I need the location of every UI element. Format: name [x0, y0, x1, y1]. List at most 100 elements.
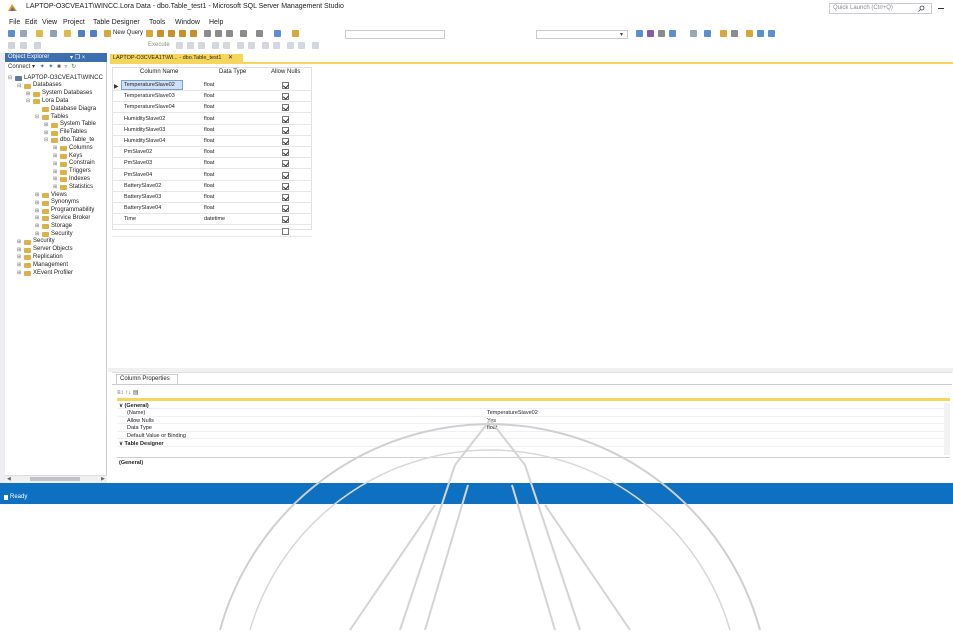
- column-name-cell[interactable]: HumiditySlave04: [124, 138, 165, 144]
- new-project-icon[interactable]: [36, 30, 43, 37]
- tree-node[interactable]: dbo.Table_te: [60, 137, 94, 143]
- expand-toggle-icon[interactable]: ⊟: [44, 137, 48, 143]
- expand-toggle-icon[interactable]: ⊟: [17, 83, 21, 89]
- property-row[interactable]: [117, 440, 950, 447]
- allow-nulls-checkbox[interactable]: [282, 171, 289, 179]
- data-type-cell[interactable]: float: [204, 205, 214, 211]
- column-name-cell[interactable]: HumiditySlave02: [124, 116, 165, 122]
- property-row[interactable]: [117, 425, 950, 432]
- mdx-query-icon[interactable]: [168, 30, 175, 37]
- menu-tools[interactable]: Tools: [149, 19, 165, 26]
- solution-explorer-icon[interactable]: [636, 30, 643, 37]
- debug-query-icon[interactable]: [176, 42, 183, 49]
- data-type-cell[interactable]: float: [204, 104, 214, 110]
- bookmark-icon[interactable]: [731, 30, 738, 37]
- toolbox-icon[interactable]: [658, 30, 665, 37]
- results-to-text-icon[interactable]: [237, 42, 244, 49]
- property-row[interactable]: [117, 432, 950, 440]
- new-query-button[interactable]: New Query: [113, 30, 143, 36]
- expand-toggle-icon[interactable]: ⊞: [17, 254, 21, 260]
- template-explorer-icon[interactable]: [690, 30, 697, 37]
- sort-categorized-icon[interactable]: ≡↕ ↑↓ ▤: [117, 389, 139, 396]
- filter-icon[interactable]: ▿: [64, 64, 67, 70]
- tree-node[interactable]: Keys: [69, 153, 82, 159]
- window-layout-icon[interactable]: [274, 30, 281, 37]
- tree-node[interactable]: System Table: [60, 121, 96, 127]
- allow-nulls-checkbox[interactable]: [282, 194, 289, 201]
- expand-toggle-icon[interactable]: ⊞: [35, 192, 39, 198]
- redo-icon[interactable]: [256, 30, 263, 37]
- allow-nulls-checkbox[interactable]: [282, 82, 289, 89]
- back-icon[interactable]: [8, 30, 15, 37]
- comment-icon[interactable]: [262, 42, 269, 49]
- relationships-icon[interactable]: [20, 42, 27, 49]
- expand-toggle-icon[interactable]: ⊞: [17, 262, 21, 268]
- outdent-icon[interactable]: [298, 42, 305, 49]
- tree-node[interactable]: Storage: [51, 223, 72, 229]
- activity-monitor-icon[interactable]: [768, 30, 775, 37]
- scroll-right-icon[interactable]: ▶: [101, 476, 105, 482]
- copy-icon[interactable]: [215, 30, 222, 37]
- refresh-icon[interactable]: ↻: [71, 64, 76, 70]
- quick-launch-input[interactable]: Quick Launch (Ctrl+Q): [829, 3, 932, 14]
- tree-node[interactable]: LAPTOP-O3CVEA1T\WINCC: [24, 75, 103, 81]
- expand-toggle-icon[interactable]: ⊞: [44, 130, 48, 136]
- column-name-cell[interactable]: PmSlave02: [124, 149, 152, 155]
- search-icon[interactable]: [918, 5, 925, 12]
- new-query-icon[interactable]: [104, 30, 111, 37]
- solution-config-dropdown[interactable]: [345, 30, 445, 39]
- document-tab[interactable]: LAPTOP-O3CVEA1T\Wl... - dbo.Table_test1: [110, 54, 243, 62]
- expand-toggle-icon[interactable]: ⊞: [35, 215, 39, 221]
- tree-node[interactable]: Triggers: [69, 168, 91, 174]
- column-name-cell[interactable]: BatterySlave02: [124, 183, 161, 189]
- expand-toggle-icon[interactable]: ⊞: [35, 231, 39, 237]
- property-value[interactable]: Yes: [487, 418, 496, 424]
- disconnect-icon[interactable]: ✦: [48, 64, 53, 70]
- summary-icon[interactable]: [720, 30, 727, 37]
- column-name-cell[interactable]: BatterySlave03: [124, 194, 161, 200]
- data-type-cell[interactable]: float: [204, 127, 214, 133]
- display-plan-icon[interactable]: [212, 42, 219, 49]
- allow-nulls-checkbox[interactable]: [282, 126, 289, 134]
- dmx-query-icon[interactable]: [179, 30, 186, 37]
- connect-button[interactable]: Connect ▾: [8, 64, 35, 70]
- query-options-icon[interactable]: [223, 42, 230, 49]
- expand-toggle-icon[interactable]: ⊟: [35, 114, 39, 120]
- allow-nulls-checkbox[interactable]: [282, 216, 289, 224]
- data-type-cell[interactable]: float: [204, 194, 214, 200]
- column-name-cell[interactable]: Time: [124, 216, 136, 222]
- tree-node[interactable]: Server Objects: [33, 246, 73, 252]
- scroll-left-icon[interactable]: ◀: [7, 476, 11, 482]
- save-all-icon[interactable]: [90, 30, 97, 37]
- expand-toggle-icon[interactable]: ⊞: [53, 169, 57, 175]
- tree-node[interactable]: Service Broker: [51, 215, 90, 221]
- menu-window[interactable]: Window: [175, 19, 200, 26]
- menu-project[interactable]: Project: [63, 19, 85, 26]
- tree-node[interactable]: Security: [51, 231, 73, 237]
- allow-nulls-checkbox[interactable]: [282, 227, 289, 235]
- data-type-cell[interactable]: float: [204, 149, 214, 155]
- column-properties-tab[interactable]: Column Properties: [116, 374, 178, 384]
- expand-toggle-icon[interactable]: ⊞: [17, 239, 21, 245]
- expand-toggle-icon[interactable]: ⊟: [26, 98, 30, 104]
- indent-icon[interactable]: [287, 42, 294, 49]
- database-combo[interactable]: [536, 30, 628, 39]
- vertical-scrollbar[interactable]: [944, 403, 950, 455]
- expand-toggle-icon[interactable]: ⊟: [8, 75, 12, 81]
- menu-view[interactable]: View: [42, 19, 57, 26]
- column-name-cell[interactable]: TemperatureSlave02: [124, 82, 175, 88]
- registered-servers-icon[interactable]: [704, 30, 711, 37]
- data-type-cell[interactable]: float: [204, 138, 214, 144]
- tree-node[interactable]: Columns: [69, 145, 93, 151]
- tree-node[interactable]: Synonyms: [51, 199, 79, 205]
- properties-icon[interactable]: [647, 30, 654, 37]
- tree-node[interactable]: Tables: [51, 114, 68, 120]
- column-name-cell[interactable]: PmSlave03: [124, 160, 152, 166]
- expand-toggle-icon[interactable]: ⊞: [35, 200, 39, 206]
- tree-node[interactable]: Management: [33, 262, 68, 268]
- allow-nulls-checkbox[interactable]: [282, 104, 289, 112]
- data-type-cell[interactable]: datetime: [204, 216, 225, 222]
- expand-toggle-icon[interactable]: ⊞: [44, 122, 48, 128]
- specify-values-icon[interactable]: [312, 42, 319, 49]
- property-row[interactable]: [117, 402, 950, 409]
